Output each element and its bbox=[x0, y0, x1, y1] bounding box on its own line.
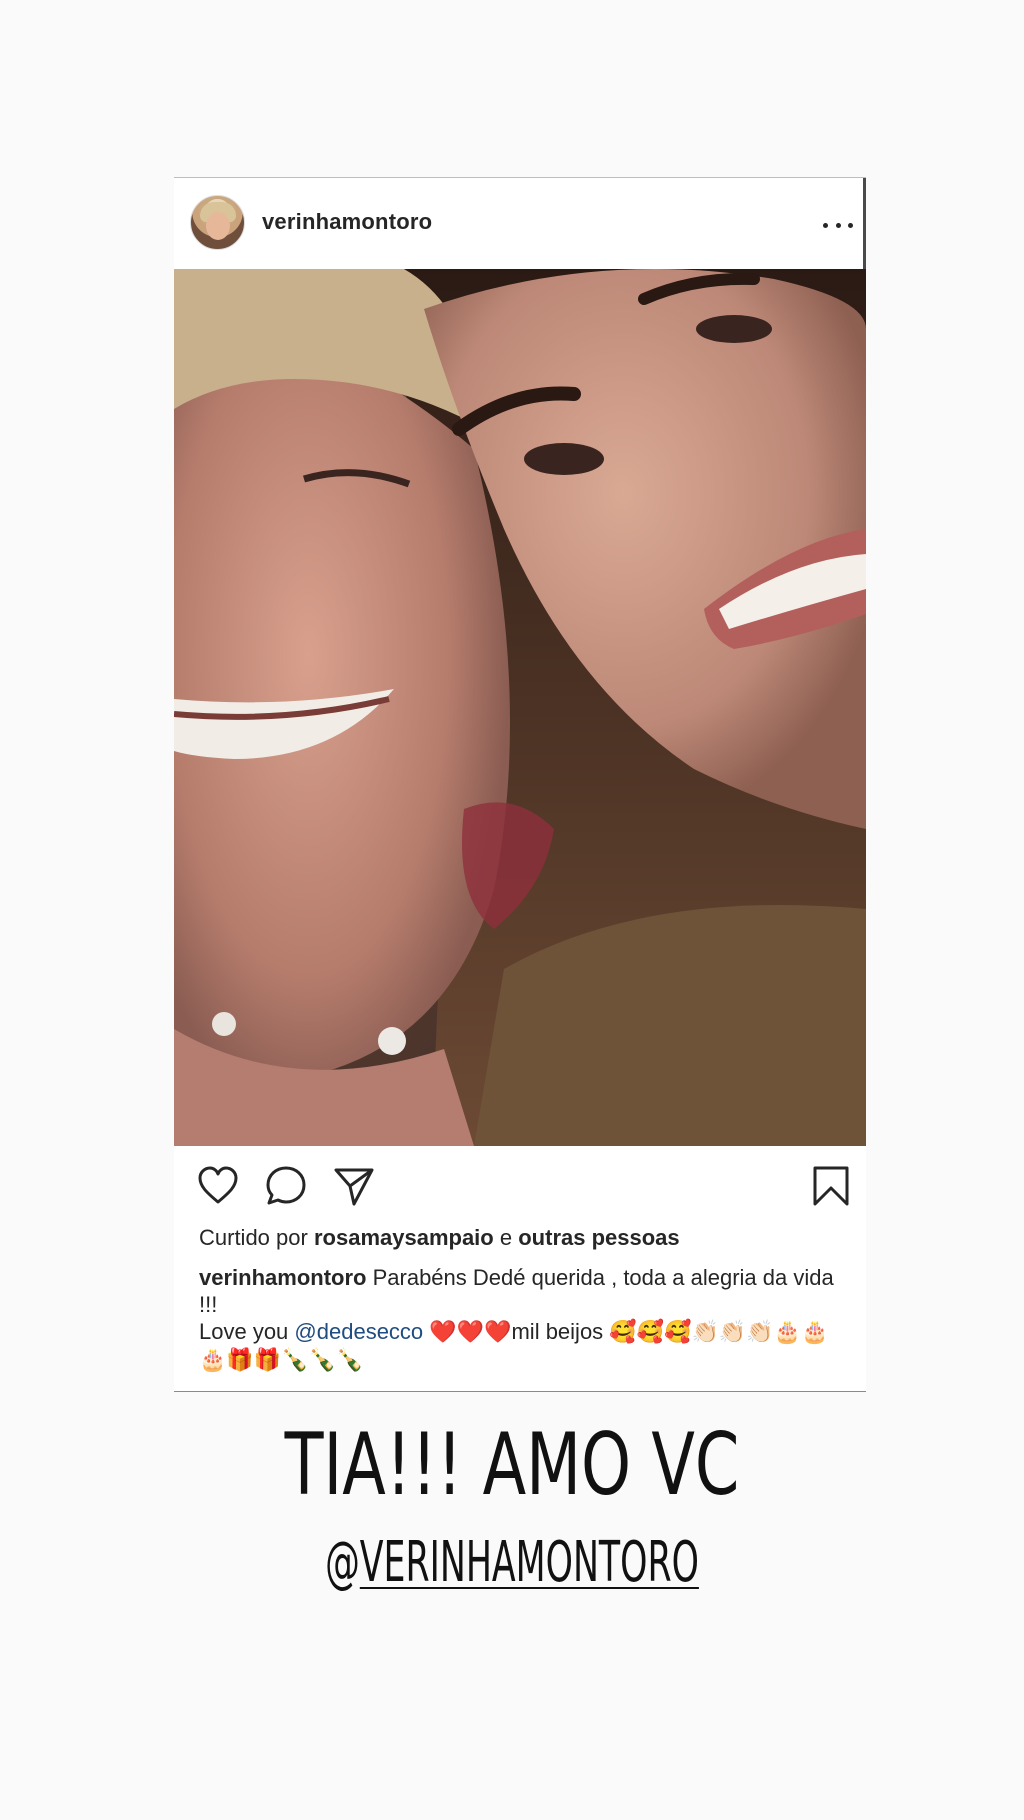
more-options-icon[interactable] bbox=[823, 215, 853, 235]
story-headline: TIA!!! AMO VC bbox=[284, 1415, 740, 1515]
likes-joiner: e bbox=[499, 1225, 513, 1250]
post-actions bbox=[174, 1146, 866, 1218]
story-handle-name[interactable]: VERINHAMONTORO bbox=[360, 1530, 699, 1595]
post-header: verinhamontoro bbox=[174, 178, 866, 269]
paper-plane-icon[interactable] bbox=[332, 1164, 376, 1208]
caption-love: Love you bbox=[199, 1319, 289, 1344]
caption-hearts: ❤️❤️❤️ bbox=[429, 1320, 512, 1345]
post-photo[interactable] bbox=[174, 269, 866, 1146]
story-handle-at: @ bbox=[325, 1530, 360, 1595]
likes-user[interactable]: rosamaysampaio bbox=[314, 1225, 494, 1250]
avatar-face bbox=[206, 212, 230, 240]
likes-line[interactable]: Curtido por rosamaysampaio e outras pess… bbox=[199, 1225, 680, 1251]
story-handle[interactable]: @VERINHAMONTORO bbox=[195, 1530, 830, 1595]
likes-others[interactable]: outras pessoas bbox=[518, 1225, 679, 1250]
heart-icon[interactable] bbox=[196, 1164, 240, 1208]
selfie-image bbox=[174, 269, 866, 1146]
caption-mention[interactable]: @dedesecco bbox=[294, 1319, 423, 1344]
post-caption: verinhamontoro Parabéns Dedé querida , t… bbox=[199, 1264, 849, 1374]
avatar[interactable] bbox=[190, 195, 245, 250]
bookmark-icon[interactable] bbox=[809, 1164, 853, 1208]
caption-author[interactable]: verinhamontoro bbox=[199, 1265, 366, 1290]
post-username[interactable]: verinhamontoro bbox=[262, 209, 432, 235]
likes-prefix: Curtido por bbox=[199, 1225, 308, 1250]
instagram-post-card: verinhamontoro Curtido por rosamaysampai… bbox=[174, 177, 866, 1392]
comment-icon[interactable] bbox=[264, 1164, 308, 1208]
caption-beijos: mil beijos bbox=[511, 1319, 604, 1344]
